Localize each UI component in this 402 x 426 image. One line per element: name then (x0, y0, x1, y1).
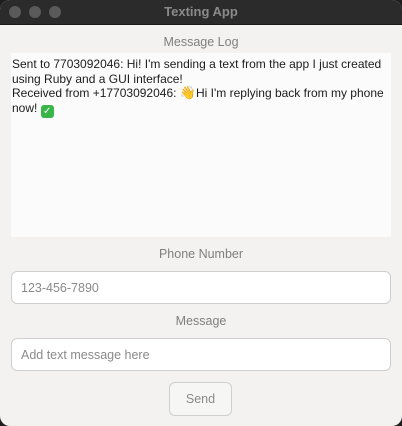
check-mark-icon: ✓ (40, 104, 54, 118)
send-button[interactable]: Send (169, 382, 232, 416)
window-title: Texting App (164, 4, 238, 19)
log-entry-sent: Sent to 7703092046: Hi! I'm sending a te… (12, 57, 382, 86)
message-log[interactable]: Sent to 7703092046: Hi! I'm sending a te… (11, 53, 391, 237)
phone-number-input[interactable] (11, 271, 391, 304)
title-bar[interactable]: Texting App (0, 0, 402, 25)
message-log-label: Message Log (163, 35, 239, 49)
message-input[interactable] (11, 338, 391, 371)
phone-number-label: Phone Number (158, 247, 244, 261)
log-entry-received: Received from +17703092046: 👋Hi I'm repl… (12, 86, 389, 118)
app-window: Texting App Message Log Sent to 77030920… (0, 0, 402, 426)
waving-hand-icon: 👋 (179, 85, 196, 100)
message-label: Message (175, 314, 227, 328)
log-entry-received-prefix: Received from +17703092046: (12, 86, 180, 100)
